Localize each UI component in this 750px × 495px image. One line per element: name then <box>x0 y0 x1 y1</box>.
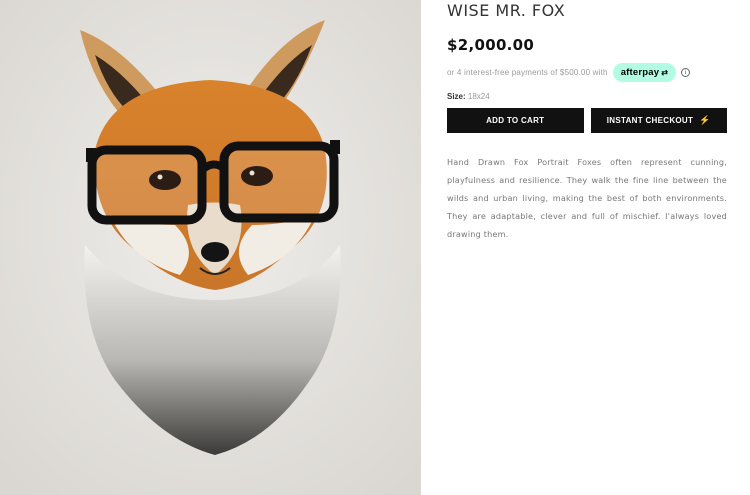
fox-portrait-illustration <box>0 0 421 495</box>
afterpay-arrows-icon: ⇄ <box>661 68 669 77</box>
product-info: WISE MR. FOX $2,000.00 or 4 interest-fre… <box>447 0 727 243</box>
purchase-buttons: ADD TO CART INSTANT CHECKOUT ⚡ <box>447 108 727 133</box>
afterpay-message: or 4 interest-free payments of $500.00 w… <box>447 63 727 82</box>
product-description: Hand Drawn Fox Portrait Foxes often repr… <box>447 157 727 239</box>
lightning-bolt-icon: ⚡ <box>699 115 711 125</box>
afterpay-text: or 4 interest-free payments of $500.00 w… <box>447 68 608 77</box>
afterpay-brand: afterpay <box>620 67 660 78</box>
product-price: $2,000.00 <box>447 36 535 54</box>
afterpay-badge[interactable]: afterpay ⇄ <box>612 63 677 82</box>
product-title: WISE MR. FOX <box>447 1 566 20</box>
size-label: Size: <box>447 92 466 101</box>
instant-checkout-button[interactable]: INSTANT CHECKOUT ⚡ <box>590 108 727 133</box>
add-to-cart-button[interactable]: ADD TO CART <box>447 108 584 133</box>
size-selector: Size: 18x24 <box>447 92 727 101</box>
size-value: 18x24 <box>467 92 490 101</box>
add-to-cart-label: ADD TO CART <box>486 116 545 125</box>
instant-checkout-label: INSTANT CHECKOUT <box>606 116 694 125</box>
product-image[interactable] <box>0 0 421 495</box>
info-icon[interactable]: i <box>681 68 691 77</box>
